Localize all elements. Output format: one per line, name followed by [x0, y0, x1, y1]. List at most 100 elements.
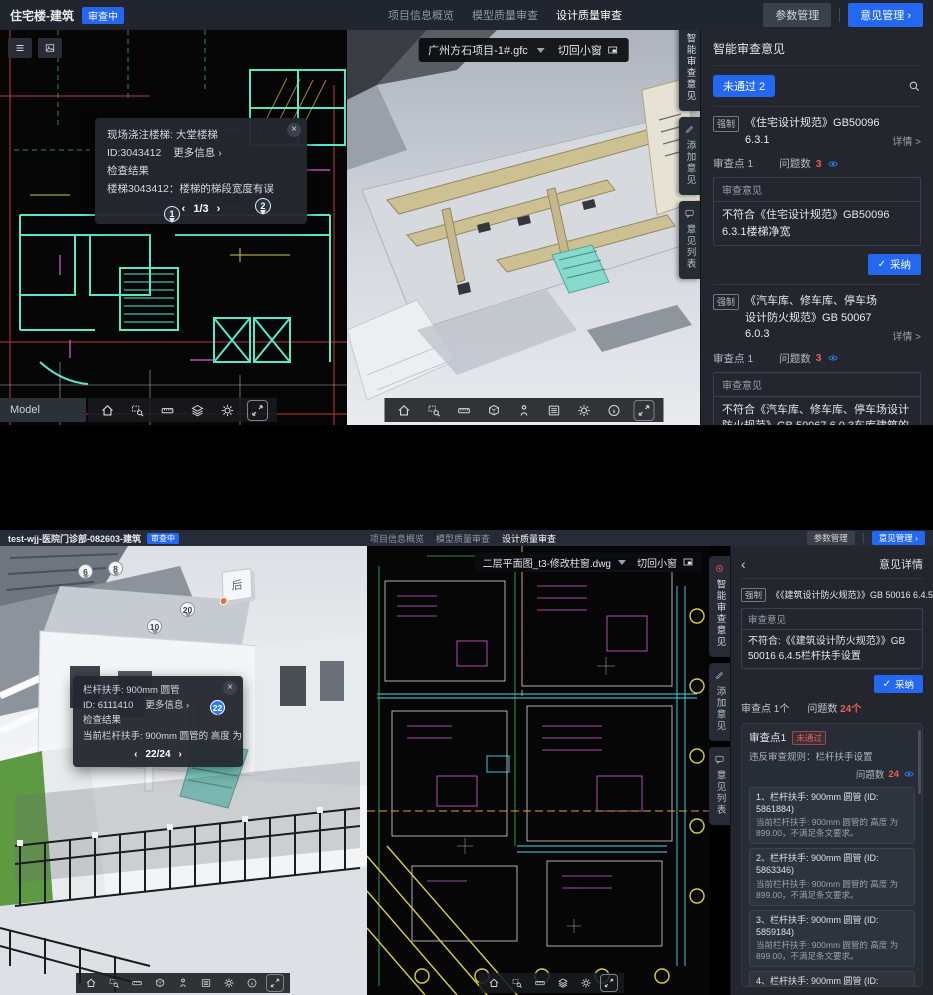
cad-viewport[interactable]: 1 2 × 现场浇注楼梯: 大堂楼梯 ID:3043412更多信息 › 检查结果…	[0, 30, 347, 425]
cad-viewport[interactable]: 二层平面图_t3-修改柱窗.dwg 切回小窗	[367, 546, 710, 995]
issue-marker-20[interactable]: 20	[180, 602, 195, 617]
next-icon[interactable]: ›	[217, 203, 221, 215]
tab-opinion-list[interactable]: 意见列表	[709, 747, 730, 825]
issue-marker-10[interactable]: 10	[147, 619, 162, 634]
back-icon[interactable]: ‹	[741, 557, 746, 571]
ruler-icon[interactable]	[456, 403, 471, 418]
close-icon[interactable]: ×	[287, 123, 301, 137]
window-icon	[607, 44, 619, 56]
ruler-icon[interactable]	[534, 977, 546, 989]
status-badge: 审查中	[82, 7, 124, 24]
section-icon[interactable]	[486, 403, 501, 418]
scrollbar[interactable]	[918, 730, 921, 794]
detail-link[interactable]: 详情 >	[892, 133, 921, 148]
gear-icon[interactable]	[220, 403, 235, 418]
select-icon[interactable]	[108, 977, 120, 989]
prev-icon[interactable]: ‹	[182, 203, 186, 215]
issue-item[interactable]: 2、栏杆扶手: 900mm 圆管 (ID: 5863346)当前栏杆扶手: 90…	[749, 848, 915, 905]
gear-icon[interactable]	[576, 403, 591, 418]
model-viewport[interactable]: 后 6 8 20 10 22 × 栏杆扶手: 900mm 圆管 ID: 6111…	[0, 546, 367, 995]
model-file-select[interactable]: 广州方石项目-1#.gfc	[428, 42, 528, 58]
model-toolbar-icons	[76, 973, 290, 993]
accept-button[interactable]: ✓采纳	[868, 254, 921, 275]
tab-design-quality[interactable]: 设计质量审查	[502, 532, 556, 545]
issue-marker-1[interactable]: 1	[164, 206, 180, 222]
close-icon[interactable]: ×	[223, 681, 237, 695]
more-info-link[interactable]: 更多信息 ›	[145, 700, 189, 711]
tab-project-info[interactable]: 项目信息概览	[370, 532, 424, 545]
eye-icon[interactable]	[903, 768, 915, 780]
home-icon[interactable]	[100, 403, 115, 418]
view-cube[interactable]: 后	[222, 568, 253, 602]
tab-add-opinion[interactable]: 添加意见	[709, 663, 730, 741]
tab-opinion-list[interactable]: 意见列表	[679, 201, 700, 279]
prev-icon[interactable]: ‹	[134, 749, 137, 760]
review-point-count: 审查点 1个	[741, 700, 789, 715]
home-icon[interactable]	[396, 403, 411, 418]
tab-model-quality[interactable]: 模型质量审查	[436, 532, 490, 545]
search-icon[interactable]	[907, 79, 921, 93]
issue-tooltip: × 栏杆扶手: 900mm 圆管 ID: 6111410更多信息 › 检查结果 …	[73, 676, 243, 767]
detail-link[interactable]: 详情 >	[892, 328, 921, 343]
list-icon[interactable]	[200, 977, 212, 989]
switch-window-button[interactable]: 切回小窗	[637, 555, 694, 570]
more-info-link[interactable]: 更多信息 ›	[173, 147, 221, 159]
cad-file-select[interactable]: 二层平面图_t3-修改柱窗.dwg	[483, 555, 611, 570]
sheet-views-button[interactable]	[38, 38, 62, 58]
tab-add-opinion[interactable]: 添加意见	[679, 117, 700, 195]
issue-item[interactable]: 1、栏杆扶手: 900mm 圆管 (ID: 5861884)当前栏杆扶手: 90…	[749, 787, 915, 844]
select-icon[interactable]	[511, 977, 523, 989]
expand-icon[interactable]	[636, 403, 651, 418]
person-icon[interactable]	[177, 977, 189, 989]
model-viewport[interactable]: 广州方石项目-1#.gfc 切回小窗	[347, 30, 700, 425]
switch-window-button[interactable]: 切回小窗	[558, 42, 619, 58]
opinion-manage-button[interactable]: 意见管理 ›	[872, 531, 925, 545]
layer-list-button[interactable]	[8, 38, 32, 58]
issue-marker-2[interactable]: 2	[255, 198, 271, 214]
tab-design-quality[interactable]: 设计质量审查	[556, 7, 622, 23]
layers-icon[interactable]	[190, 403, 205, 418]
expand-icon[interactable]	[269, 977, 281, 989]
param-manage-button[interactable]: 参数管理	[807, 531, 855, 545]
model-space-tab[interactable]: Model	[0, 398, 86, 422]
top-nav-tabs: 项目信息概览 模型质量审查 设计质量审查	[388, 7, 622, 23]
list-icon[interactable]	[546, 403, 561, 418]
issue-title: 1、栏杆扶手: 900mm 圆管 (ID: 5861884)	[756, 792, 908, 815]
divider	[863, 533, 864, 543]
expand-icon[interactable]	[603, 977, 615, 989]
gear-icon[interactable]	[580, 977, 592, 989]
gear-icon[interactable]	[223, 977, 235, 989]
ruler-icon[interactable]	[160, 403, 175, 418]
expand-icon[interactable]	[250, 403, 265, 418]
next-icon[interactable]: ›	[179, 749, 182, 760]
issue-marker-6[interactable]: 6	[78, 564, 93, 579]
layers-icon[interactable]	[557, 977, 569, 989]
issue-marker-8[interactable]: 8	[108, 561, 123, 576]
select-icon[interactable]	[426, 403, 441, 418]
home-icon[interactable]	[85, 977, 97, 989]
failed-filter-chip[interactable]: 未通过 2	[713, 75, 775, 97]
person-icon[interactable]	[516, 403, 531, 418]
info-icon[interactable]	[246, 977, 258, 989]
info-icon[interactable]	[606, 403, 621, 418]
param-manage-button[interactable]: 参数管理	[763, 3, 831, 27]
select-icon[interactable]	[130, 403, 145, 418]
divider	[713, 284, 921, 285]
eye-icon[interactable]	[827, 158, 839, 170]
cad-corner-buttons	[8, 38, 62, 58]
accept-button[interactable]: ✓采纳	[874, 675, 923, 693]
section-icon[interactable]	[154, 977, 166, 989]
active-issue-marker-22[interactable]: 22	[210, 700, 225, 715]
project-title: 住宅楼-建筑	[10, 7, 74, 24]
tab-smart-review[interactable]: 智能审查意见	[709, 556, 730, 657]
tab-project-info[interactable]: 项目信息概览	[388, 7, 454, 23]
eye-icon[interactable]	[827, 352, 839, 364]
issue-item[interactable]: 4、栏杆扶手: 900mm 圆管 (ID: 5857580)当前栏杆扶手: 90…	[749, 971, 915, 987]
cad-drawing	[367, 546, 710, 995]
home-icon[interactable]	[488, 977, 500, 989]
tab-model-quality[interactable]: 模型质量审查	[472, 7, 538, 23]
issue-desc: 当前栏杆扶手: 900mm 圆管的 高度 为899.00，不满足条文要求。	[756, 817, 908, 839]
issue-item[interactable]: 3、栏杆扶手: 900mm 圆管 (ID: 5859184)当前栏杆扶手: 90…	[749, 910, 915, 967]
ruler-icon[interactable]	[131, 977, 143, 989]
opinion-manage-button[interactable]: 意见管理 ›	[848, 3, 923, 27]
